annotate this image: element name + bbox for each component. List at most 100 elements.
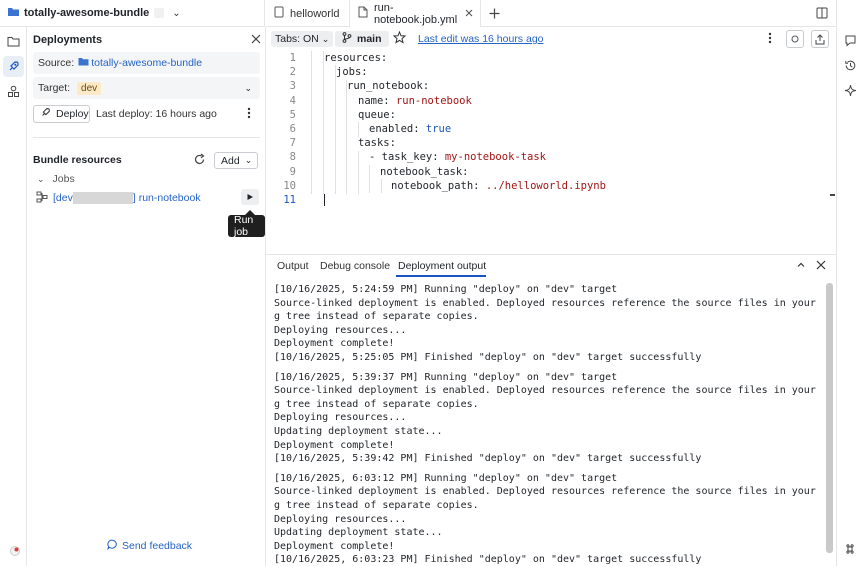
branch-name: main	[357, 33, 382, 45]
tab-helloworld[interactable]: helloworld	[266, 0, 350, 27]
explorer-rail-button[interactable]	[3, 31, 24, 52]
tabs-toggle[interactable]: Tabs: ON ⌄	[271, 31, 334, 47]
more-options-icon[interactable]	[247, 107, 251, 122]
more-options-icon[interactable]	[768, 32, 772, 47]
code-line-7: tasks:	[358, 137, 396, 150]
close-icon[interactable]	[816, 260, 826, 273]
status-circle-button[interactable]	[786, 30, 804, 48]
line-number: 10	[283, 179, 296, 192]
notification-dot-icon[interactable]	[9, 545, 21, 557]
code-line-9: notebook_task:	[380, 165, 469, 178]
line-number: 11	[283, 194, 296, 207]
tab-deployment-output[interactable]: Deployment output	[398, 260, 486, 272]
tab-debug-console[interactable]: Debug console	[320, 260, 390, 272]
line-number: 3	[289, 80, 296, 93]
indent-guide	[369, 165, 370, 193]
last-edit-link[interactable]: Last edit was 16 hours ago	[418, 33, 544, 45]
split-view-icon[interactable]	[816, 7, 828, 22]
keyboard-shortcut-icon[interactable]	[844, 543, 856, 558]
jobs-group-label: Jobs	[52, 173, 75, 185]
job-item[interactable]: [dev ] run-notebook	[36, 189, 261, 207]
log-line: g tree instead of separate copies.	[274, 311, 479, 323]
add-resource-button[interactable]: Add ⌄	[214, 152, 258, 169]
shapes-icon	[8, 85, 19, 97]
panel-header: Deployments	[33, 32, 261, 48]
indent-guide	[381, 179, 382, 193]
upload-icon	[815, 33, 825, 44]
new-tab-button[interactable]	[481, 0, 508, 26]
log-scrollbar[interactable]	[826, 283, 833, 553]
refresh-icon[interactable]	[193, 153, 206, 169]
code-line-4: name: run-notebook	[358, 95, 472, 107]
job-prefix: [dev	[53, 192, 73, 204]
log-line: [10/16/2025, 5:39:42 PM] Finished "deplo…	[274, 453, 702, 465]
sparkle-icon[interactable]	[844, 84, 857, 100]
chevron-down-icon: ⌄	[172, 7, 181, 19]
log-line: Source-linked deployment is enabled. Dep…	[274, 297, 819, 309]
chevron-down-icon: ⌄	[37, 173, 45, 184]
code-line-3: run_notebook:	[347, 80, 430, 93]
rocket-icon	[40, 107, 51, 121]
indent-guide	[346, 80, 347, 194]
branch-button[interactable]: main	[335, 31, 389, 47]
run-job-button[interactable]	[241, 189, 259, 205]
log-line: Deployment complete!	[274, 338, 395, 350]
log-line: g tree instead of separate copies.	[274, 398, 479, 410]
log-line: Deploying resources...	[274, 324, 407, 336]
chevron-down-icon: ⌄	[321, 33, 330, 44]
file-icon	[358, 6, 368, 21]
tab-run-notebook-job[interactable]: run-notebook.job.yml	[350, 0, 481, 27]
source-label: Source:	[38, 57, 75, 69]
close-icon[interactable]	[251, 34, 261, 47]
tab-output[interactable]: Output	[277, 260, 309, 272]
line-number: 6	[289, 123, 296, 136]
bundle-name: totally-awesome-bundle	[24, 7, 150, 19]
code-editor[interactable]: 1 resources: 2 jobs: 3 run_notebook: 4 name:…	[266, 51, 836, 251]
chevron-down-icon: ⌄	[244, 155, 253, 165]
line-number: 7	[289, 137, 296, 150]
bundle-selector[interactable]: totally-awesome-bundle ⌄	[0, 0, 265, 27]
indent-guide	[323, 51, 324, 194]
yaml-key: name:	[358, 94, 396, 107]
git-branch-icon	[342, 32, 352, 46]
editor-scroll-marker	[830, 194, 835, 196]
send-feedback-link[interactable]: Send feedback	[107, 539, 192, 553]
log-line: [10/16/2025, 6:03:23 PM] Finished "deplo…	[274, 554, 702, 566]
deployments-rail-button[interactable]	[3, 56, 24, 77]
deployments-panel: Deployments Source: totally-awesome-bund…	[27, 27, 266, 566]
line-number: 8	[289, 151, 296, 164]
share-button[interactable]	[811, 30, 829, 48]
folder-icon	[78, 57, 89, 69]
log-line: Deploying resources...	[274, 412, 407, 424]
bundle-resources-title: Bundle resources	[33, 154, 122, 166]
log-line: [10/16/2025, 6:03:12 PM] Running "deploy…	[274, 472, 618, 484]
log-line: Updating deployment state...	[274, 527, 443, 539]
output-tab-bar: Output Debug console Deployment output	[266, 254, 836, 278]
yaml-key: - task_key:	[369, 151, 445, 164]
source-link[interactable]: totally-awesome-bundle	[91, 57, 202, 69]
rocket-icon	[9, 61, 19, 71]
star-icon[interactable]	[392, 30, 407, 47]
history-icon[interactable]	[844, 59, 857, 75]
yaml-value: my-notebook-task	[444, 151, 547, 164]
line-number: 5	[289, 108, 296, 121]
tab-label: run-notebook.job.yml	[374, 1, 458, 26]
workflow-icon	[36, 191, 48, 206]
chevron-up-icon[interactable]	[796, 260, 806, 273]
right-rail	[836, 0, 864, 566]
components-rail-button[interactable]	[3, 81, 24, 102]
deploy-button[interactable]: Deploy	[33, 105, 90, 123]
source-row: Source: totally-awesome-bundle	[33, 52, 260, 74]
editor-tab-bar: helloworld run-notebook.job.yml	[266, 0, 836, 27]
close-tab-icon[interactable]	[465, 8, 473, 20]
deploy-label: Deploy	[56, 108, 89, 120]
jobs-group-toggle[interactable]: ⌄ Jobs	[37, 173, 75, 185]
bundle-badge	[154, 8, 165, 18]
tooltip-text: Run job	[234, 214, 254, 238]
log-line: Deployment complete!	[274, 540, 395, 552]
tab-label: helloworld	[290, 7, 340, 20]
run-job-tooltip: Run job	[228, 210, 265, 238]
target-select[interactable]: Target: dev ⌄	[33, 77, 260, 99]
indent-guide	[335, 65, 336, 194]
comment-icon[interactable]	[844, 34, 857, 50]
